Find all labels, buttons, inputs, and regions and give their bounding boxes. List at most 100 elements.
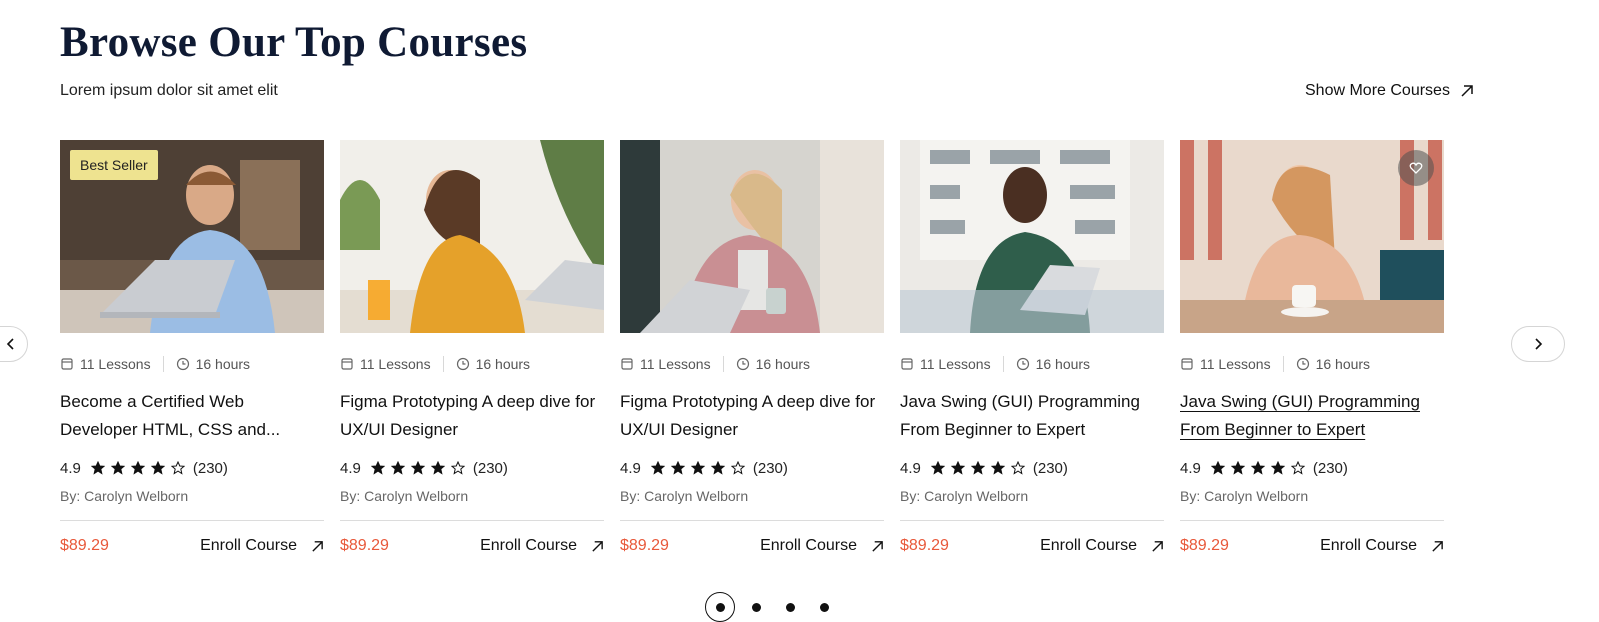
course-title[interactable]: Figma Prototyping A deep dive for UX/UI … bbox=[340, 388, 604, 444]
review-count: (230) bbox=[1032, 459, 1068, 477]
course-rating: 4.9 (230) bbox=[60, 458, 324, 478]
star-filled-icon bbox=[970, 461, 985, 475]
course-author: By: Carolyn Welborn bbox=[60, 488, 189, 504]
enroll-course-button[interactable]: Enroll Course bbox=[200, 537, 324, 555]
rating-stars bbox=[930, 461, 1025, 475]
duration: 16 hours bbox=[1035, 356, 1091, 372]
review-count: (230) bbox=[752, 459, 788, 477]
enroll-course-button[interactable]: Enroll Course bbox=[760, 537, 884, 555]
pagination-dot[interactable] bbox=[739, 592, 773, 622]
star-filled-icon bbox=[990, 461, 1005, 475]
section-subtitle: Lorem ipsum dolor sit amet elit bbox=[60, 82, 278, 99]
star-filled-icon bbox=[150, 461, 165, 475]
course-price: $89.29 bbox=[620, 537, 669, 554]
star-filled-icon bbox=[90, 461, 105, 475]
course-title[interactable]: Figma Prototyping A deep dive for UX/UI … bbox=[620, 388, 884, 444]
best-seller-badge: Best Seller bbox=[70, 150, 158, 180]
course-photo bbox=[900, 140, 1164, 333]
course-card[interactable]: Best Seller 11 Lessons 16 hours Become a… bbox=[60, 140, 324, 555]
course-title[interactable]: Become a Certified Web Developer HTML, C… bbox=[60, 388, 324, 444]
show-more-courses-link[interactable]: Show More Courses bbox=[1305, 82, 1474, 100]
arrow-up-right-icon bbox=[1432, 540, 1443, 552]
duration: 16 hours bbox=[195, 356, 251, 372]
course-thumbnail[interactable] bbox=[1180, 140, 1444, 333]
course-card[interactable]: 11 Lessons 16 hours Java Swing (GUI) Pro… bbox=[1180, 140, 1444, 555]
course-rating: 4.9 (230) bbox=[340, 458, 604, 478]
course-title[interactable]: Java Swing (GUI) Programming From Beginn… bbox=[1180, 388, 1444, 444]
course-rating: 4.9 (230) bbox=[620, 458, 884, 478]
star-filled-icon bbox=[370, 461, 385, 475]
course-card[interactable]: 11 Lessons 16 hours Figma Prototyping A … bbox=[340, 140, 604, 555]
star-filled-icon bbox=[410, 461, 425, 475]
rating-value: 4.9 bbox=[60, 459, 81, 477]
lessons-count: 11 Lessons bbox=[640, 356, 711, 372]
clock-icon bbox=[1296, 357, 1309, 371]
enroll-course-button[interactable]: Enroll Course bbox=[1040, 537, 1164, 555]
star-filled-icon bbox=[430, 461, 445, 475]
pagination-dot[interactable] bbox=[773, 592, 807, 622]
rating-stars bbox=[90, 461, 185, 475]
card-divider bbox=[620, 520, 884, 521]
book-icon bbox=[621, 358, 633, 370]
pagination-dot[interactable] bbox=[807, 592, 841, 622]
show-more-label: Show More Courses bbox=[1305, 82, 1450, 99]
course-thumbnail[interactable] bbox=[620, 140, 884, 333]
rating-stars bbox=[370, 461, 465, 475]
card-divider bbox=[900, 520, 1164, 521]
wishlist-button[interactable] bbox=[1398, 150, 1434, 186]
course-photo bbox=[340, 140, 604, 333]
enroll-course-button[interactable]: Enroll Course bbox=[480, 537, 604, 555]
star-filled-icon bbox=[690, 461, 705, 475]
carousel-next-button[interactable] bbox=[1511, 326, 1565, 362]
enroll-course-button[interactable]: Enroll Course bbox=[1320, 537, 1444, 555]
course-meta: 11 Lessons 16 hours bbox=[1180, 354, 1444, 374]
star-filled-icon bbox=[650, 461, 665, 475]
course-author: By: Carolyn Welborn bbox=[340, 488, 469, 504]
enroll-label: Enroll Course bbox=[1320, 537, 1417, 554]
course-thumbnail[interactable] bbox=[900, 140, 1164, 333]
enroll-label: Enroll Course bbox=[1040, 537, 1137, 554]
course-price: $89.29 bbox=[60, 537, 109, 554]
star-outline-icon bbox=[450, 461, 465, 475]
course-thumbnail[interactable] bbox=[340, 140, 604, 333]
course-thumbnail[interactable]: Best Seller bbox=[60, 140, 324, 333]
rating-stars bbox=[1210, 461, 1305, 475]
course-price: $89.29 bbox=[340, 537, 389, 554]
star-filled-icon bbox=[950, 461, 965, 475]
arrow-up-right-icon bbox=[1152, 540, 1163, 552]
star-outline-icon bbox=[170, 461, 185, 475]
book-icon bbox=[1181, 358, 1193, 370]
review-count: (230) bbox=[192, 459, 228, 477]
star-filled-icon bbox=[1270, 461, 1285, 475]
course-author: By: Carolyn Welborn bbox=[900, 488, 1029, 504]
lessons-count: 11 Lessons bbox=[360, 356, 431, 372]
rating-value: 4.9 bbox=[620, 459, 641, 477]
lessons-count: 11 Lessons bbox=[1200, 356, 1271, 372]
course-title[interactable]: Java Swing (GUI) Programming From Beginn… bbox=[900, 388, 1164, 444]
course-author: By: Carolyn Welborn bbox=[1180, 488, 1309, 504]
card-divider bbox=[340, 520, 604, 521]
enroll-label: Enroll Course bbox=[760, 537, 857, 554]
course-card[interactable]: 11 Lessons 16 hours Figma Prototyping A … bbox=[620, 140, 884, 555]
course-photo bbox=[620, 140, 884, 333]
rating-value: 4.9 bbox=[900, 459, 921, 477]
course-rating: 4.9 (230) bbox=[900, 458, 1164, 478]
star-filled-icon bbox=[130, 461, 145, 475]
section-title: Browse Our Top Courses bbox=[60, 19, 528, 66]
dot-marker bbox=[785, 602, 795, 612]
duration: 16 hours bbox=[755, 356, 811, 372]
star-outline-icon bbox=[730, 461, 745, 475]
meta-divider bbox=[442, 356, 444, 372]
heart-icon bbox=[1409, 162, 1423, 174]
star-filled-icon bbox=[670, 461, 685, 475]
card-divider bbox=[1180, 520, 1444, 521]
pagination-dot[interactable] bbox=[705, 592, 735, 622]
course-card[interactable]: 11 Lessons 16 hours Java Swing (GUI) Pro… bbox=[900, 140, 1164, 555]
carousel-prev-button[interactable] bbox=[0, 326, 28, 362]
meta-divider bbox=[722, 356, 724, 372]
chevron-right-icon bbox=[1535, 338, 1543, 350]
course-price: $89.29 bbox=[900, 537, 949, 554]
duration: 16 hours bbox=[1315, 356, 1371, 372]
carousel-pagination bbox=[705, 592, 841, 622]
clock-icon bbox=[1016, 357, 1029, 371]
